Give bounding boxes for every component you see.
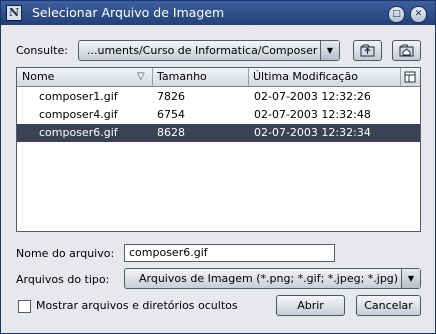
close-button[interactable]: ✕ [410,6,427,23]
chevron-down-icon[interactable]: ▼ [320,41,339,60]
open-button[interactable]: Abrir [276,295,345,316]
list-header: Nome ▽ Tamanho Última Modificação [17,68,420,87]
column-modified-label: Última Modificação [253,70,358,83]
file-dialog-window: N Selecionar Arquivo de Imagem □ ✕ Consu… [0,0,436,334]
look-in-combo[interactable]: ...uments/Curso de Informatica/Composer … [78,40,340,61]
file-row-selected[interactable]: composer6.gif 8628 02-07-2003 12:32:34 [17,124,420,142]
file-modified: 02-07-2003 12:32:26 [254,90,371,103]
file-modified: 02-07-2003 12:32:48 [254,108,371,121]
look-in-path: ...uments/Curso de Informatica/Composer [87,44,318,57]
look-in-label: Consulte: [16,44,68,57]
file-row[interactable]: composer1.gif 7826 02-07-2003 12:32:26 [17,88,420,106]
app-logo-icon: N [6,5,22,21]
column-name-label: Nome [22,70,55,83]
file-size: 8628 [157,126,185,139]
column-header-size[interactable]: Tamanho [152,68,249,86]
filename-label: Nome do arquivo: [16,247,115,260]
up-folder-button[interactable] [353,40,382,61]
file-list[interactable]: Nome ▽ Tamanho Última Modificação compos… [16,67,421,232]
filetype-combo[interactable]: Arquivos de Imagem (*.png; *.gif; *.jpeg… [124,268,421,289]
file-size: 7826 [157,90,185,103]
file-size: 6754 [157,108,185,121]
column-header-name[interactable]: Nome ▽ [17,68,153,86]
filetype-label: Arquivos do tipo: [16,273,110,286]
minimize-button[interactable]: □ [388,6,405,23]
home-folder-icon [399,44,414,57]
chevron-down-icon[interactable]: ▼ [401,269,420,288]
column-size-label: Tamanho [157,70,207,83]
filetype-value: Arquivos de Imagem (*.png; *.gif; *.jpeg… [139,272,399,285]
show-hidden-label[interactable]: Mostrar arquivos e diretórios ocultos [36,299,238,312]
folder-up-icon [360,44,375,57]
show-hidden-checkbox[interactable] [18,300,31,313]
title-bar[interactable]: N Selecionar Arquivo de Imagem □ ✕ [1,1,435,25]
sort-indicator-icon: ▽ [137,71,145,82]
column-chooser-button[interactable] [400,68,420,86]
column-chooser-icon [404,71,416,83]
filename-input[interactable]: composer6.gif [124,244,335,262]
file-name: composer4.gif [39,108,118,121]
file-row[interactable]: composer4.gif 6754 02-07-2003 12:32:48 [17,106,420,124]
minimize-icon: □ [392,9,401,19]
window-title: Selecionar Arquivo de Imagem [32,5,225,20]
file-name: composer1.gif [39,90,118,103]
cancel-button[interactable]: Cancelar [356,295,421,316]
filename-value: composer6.gif [129,246,208,259]
file-modified: 02-07-2003 12:32:34 [254,126,371,139]
column-header-modified[interactable]: Última Modificação [248,68,401,86]
file-name: composer6.gif [39,126,118,139]
close-icon: ✕ [414,9,423,19]
home-folder-button[interactable] [392,40,421,61]
